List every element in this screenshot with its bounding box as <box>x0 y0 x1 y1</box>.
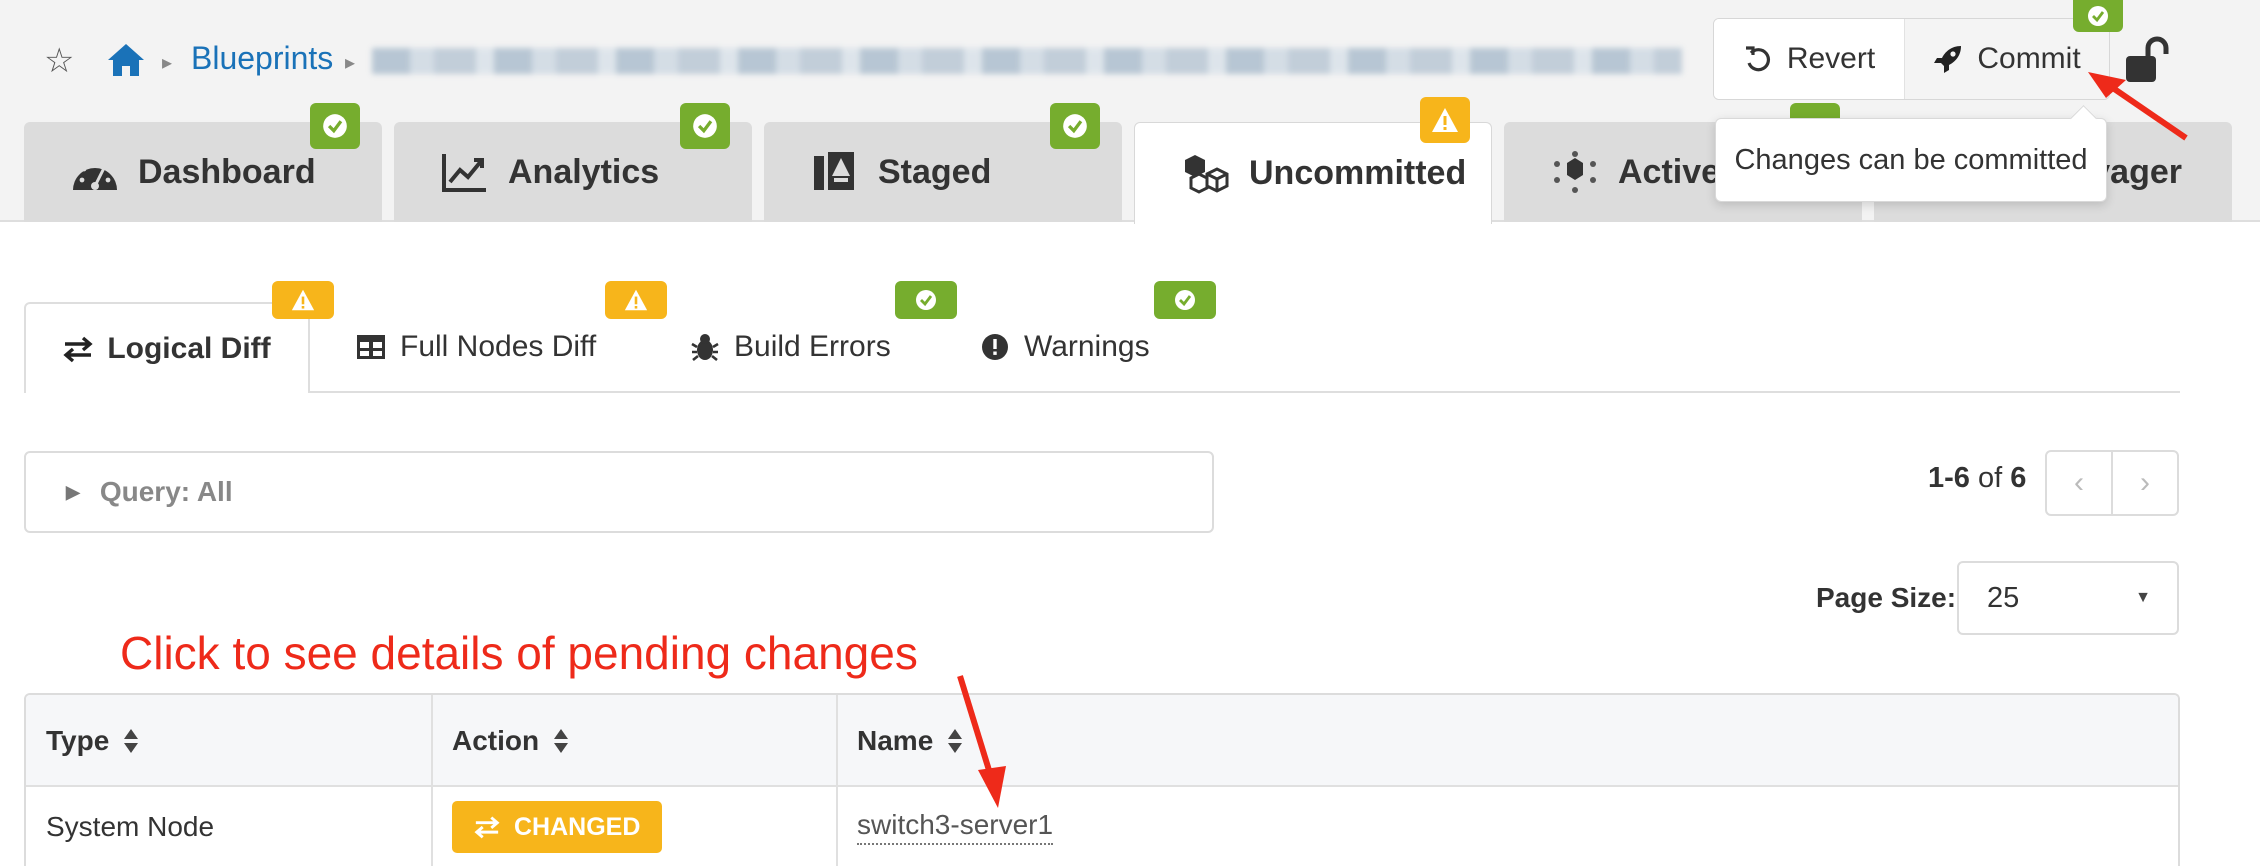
active-icon <box>1554 151 1596 193</box>
commit-label: Commit <box>1977 42 2081 75</box>
cubes-icon <box>1185 154 1229 194</box>
subtab-warnings[interactable]: Warnings <box>980 302 1150 392</box>
cell-name: switch3-server1 <box>837 787 1054 866</box>
tab-label: Active <box>1618 152 1721 191</box>
next-page-button[interactable]: › <box>2113 452 2177 514</box>
column-header-name[interactable]: Name <box>837 695 963 787</box>
uncommitted-warning-badge <box>1420 97 1470 143</box>
logical-diff-warning-badge <box>272 281 334 319</box>
tab-label: Analytics <box>508 152 660 191</box>
page-size-value: 25 <box>1987 581 2020 614</box>
exchange-icon <box>63 336 93 362</box>
warnings-ok-badge <box>1154 281 1216 319</box>
annotation-text: Click to see details of pending changes <box>120 627 918 679</box>
tab-label: Dashboard <box>138 152 316 191</box>
column-header-type[interactable]: Type <box>26 695 139 787</box>
column-header-action[interactable]: Action <box>432 695 569 787</box>
chevron-left-icon: ‹ <box>2074 466 2084 499</box>
subtab-label: Full Nodes Diff <box>400 330 597 363</box>
dashboard-ok-badge <box>310 103 360 149</box>
check-circle-icon <box>916 290 936 310</box>
check-circle-icon <box>323 114 347 138</box>
commit-ok-badge <box>2073 0 2123 32</box>
top-bar: ☆ ▸ Blueprints ▸ Revert Commit Dashboard… <box>0 0 2260 224</box>
staged-icon <box>814 152 854 190</box>
page-size-select[interactable]: 25 ▼ <box>1957 561 2179 635</box>
cell-action: CHANGED <box>432 787 663 866</box>
column-label: Type <box>46 725 110 756</box>
warning-icon <box>1432 108 1458 132</box>
changes-table: Type Action Name System Node CHANGED swi… <box>24 693 2180 866</box>
exclamation-circle-icon <box>982 334 1008 360</box>
prev-page-button[interactable]: ‹ <box>2047 452 2113 514</box>
tab-label: Uncommitted <box>1249 154 1467 192</box>
pagination-controls: ‹ › <box>2045 450 2179 516</box>
caret-down-icon: ▼ <box>2135 589 2151 606</box>
chevron-right-icon: › <box>2140 466 2150 499</box>
node-name-link[interactable]: switch3-server1 <box>857 809 1054 845</box>
table-icon <box>357 335 385 359</box>
cell-type: System Node <box>46 811 215 842</box>
changed-label: CHANGED <box>514 812 641 841</box>
commit-tooltip: Changes can be committed <box>1715 118 2107 202</box>
pagination-of: of <box>1977 462 2003 494</box>
staged-ok-badge <box>1050 103 1100 149</box>
check-circle-icon <box>693 114 717 138</box>
revert-label: Revert <box>1786 42 1876 75</box>
pagination-range: 1-6 <box>1928 462 1970 494</box>
exchange-icon <box>474 816 500 839</box>
pagination-summary: 1-6 of 6 <box>1928 462 2026 495</box>
subtab-label: Build Errors <box>734 330 891 363</box>
column-label: Name <box>857 725 934 756</box>
gauge-icon <box>73 160 117 190</box>
query-label: Query: All <box>99 476 233 507</box>
subtab-logical-diff[interactable]: Logical Diff <box>24 302 310 393</box>
rocket-icon <box>1934 46 1962 73</box>
query-filter-toggle[interactable]: ▶ Query: All <box>24 451 1214 533</box>
commit-action-group: Revert Commit <box>1713 18 2110 100</box>
build-errors-ok-badge <box>895 281 957 319</box>
page-size-label: Page Size: <box>1816 582 1957 613</box>
unlocked-icon[interactable] <box>2124 36 2170 84</box>
tab-label: Staged <box>878 152 992 191</box>
subtab-label: Logical Diff <box>107 331 271 365</box>
warning-icon <box>291 289 315 311</box>
sort-icon <box>948 729 963 753</box>
chevron-right-icon: ▸ <box>162 52 173 74</box>
home-icon[interactable] <box>106 42 146 78</box>
warning-icon <box>624 289 648 311</box>
table-header: Type Action Name <box>26 695 2178 787</box>
breadcrumb-blueprints[interactable]: Blueprints <box>191 40 333 77</box>
sort-icon <box>124 729 139 753</box>
check-circle-icon <box>1175 290 1195 310</box>
breadcrumb-blueprint-name-blurred[interactable] <box>372 48 1682 74</box>
changed-badge: CHANGED <box>452 801 663 853</box>
chevron-right-icon: ▸ <box>345 52 356 74</box>
full-nodes-diff-warning-badge <box>605 281 667 319</box>
bug-icon <box>691 334 719 361</box>
subtab-label: Warnings <box>1024 330 1150 363</box>
column-label: Action <box>452 725 540 756</box>
star-icon[interactable]: ☆ <box>44 44 74 78</box>
analytics-ok-badge <box>680 103 730 149</box>
chart-line-icon <box>442 154 486 192</box>
sort-icon <box>554 729 569 753</box>
subtab-full-nodes-diff[interactable]: Full Nodes Diff <box>356 302 596 392</box>
pagination-total: 6 <box>2010 462 2027 494</box>
revert-button[interactable]: Revert <box>1714 19 1906 99</box>
undo-icon <box>1745 46 1770 72</box>
caret-right-icon: ▶ <box>66 481 80 502</box>
subtab-build-errors[interactable]: Build Errors <box>690 302 891 392</box>
check-circle-icon <box>1063 114 1087 138</box>
check-circle-icon <box>2088 6 2108 26</box>
